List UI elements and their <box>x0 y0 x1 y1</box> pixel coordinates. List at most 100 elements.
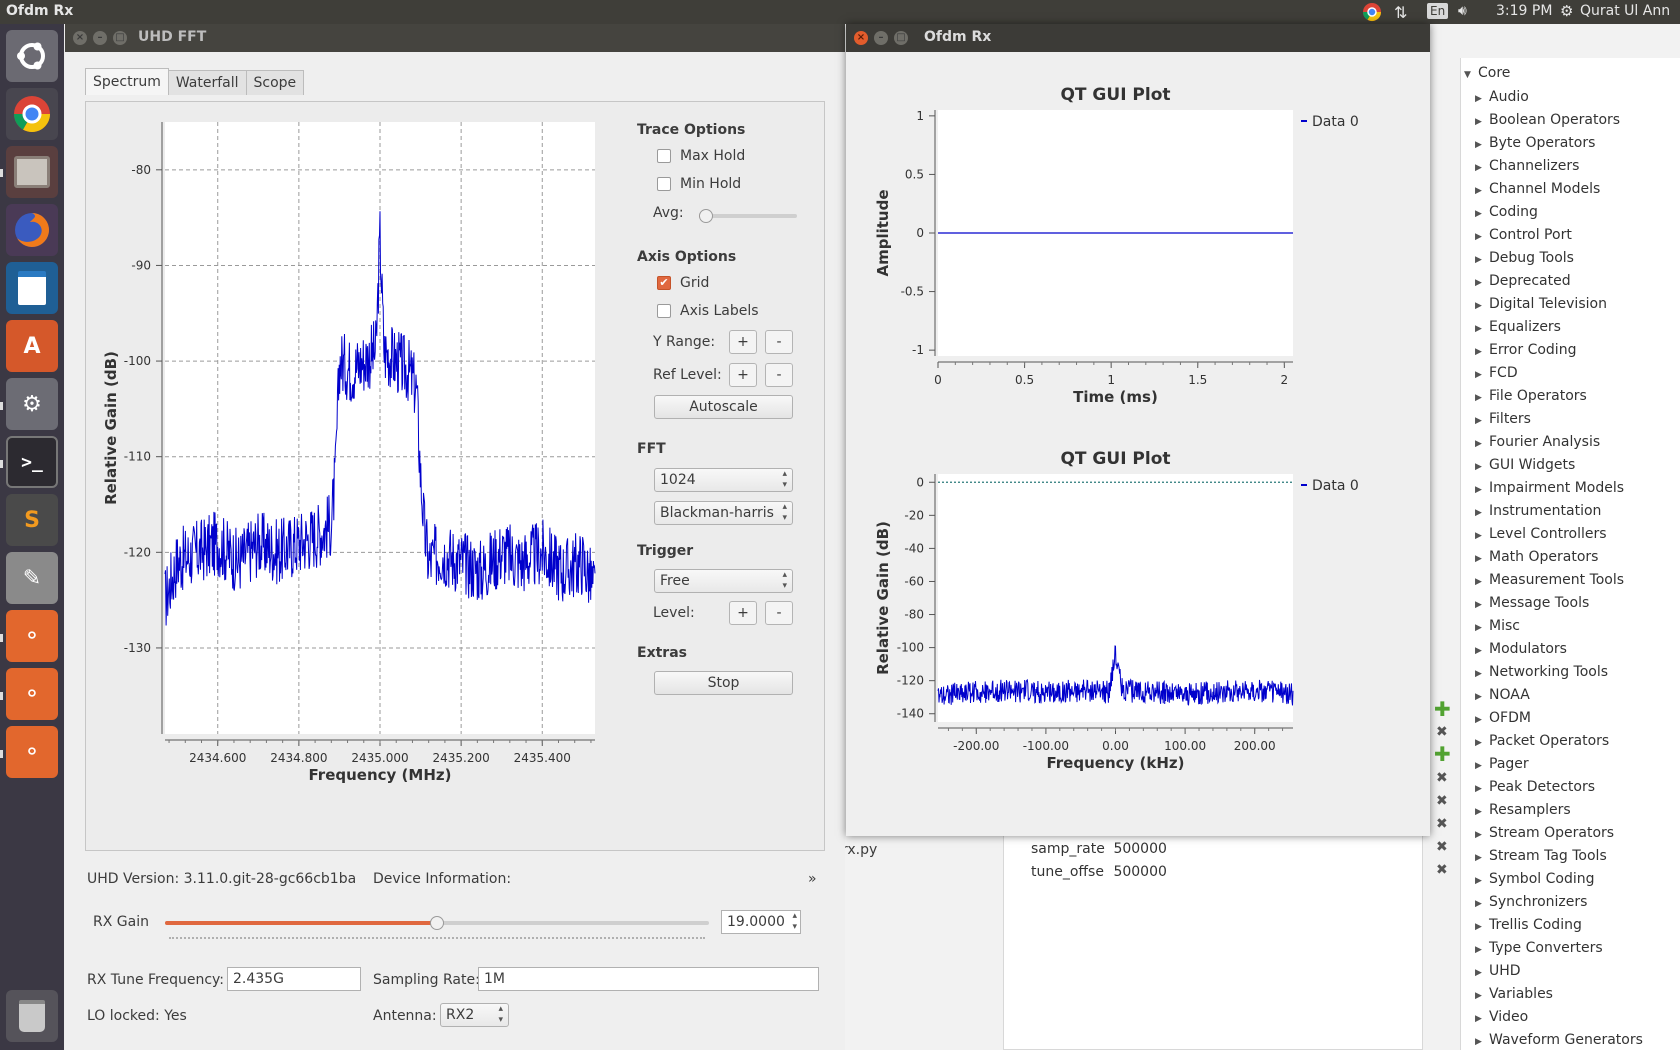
expand-arrow-icon[interactable]: ▶ <box>1475 140 1485 150</box>
tree-item[interactable]: ▶ File Operators <box>1475 388 1587 404</box>
tree-item[interactable]: ▶ NOAA <box>1475 687 1530 703</box>
time-domain-plot[interactable]: QT GUI Plot 0 0.5 1 1.5 2 1 0.5 0 -0.5 -1 Time (ms)… <box>850 52 1426 412</box>
volume-icon[interactable]: 🔊︎ <box>1458 3 1467 19</box>
tree-item[interactable]: ▶ Debug Tools <box>1475 250 1574 266</box>
tree-item[interactable]: ▶ Misc <box>1475 618 1520 634</box>
ref-level-plus-button[interactable]: + <box>729 363 757 387</box>
expand-arrow-icon[interactable]: ▶ <box>1475 347 1485 357</box>
tab-waterfall[interactable]: Waterfall <box>167 70 247 95</box>
tree-item[interactable]: ▶ Byte Operators <box>1475 135 1595 151</box>
tree-item[interactable]: ▶ Symbol Coding <box>1475 871 1594 887</box>
tree-item[interactable]: ▶ Trellis Coding <box>1475 917 1582 933</box>
expand-arrow-icon[interactable]: ▶ <box>1475 186 1485 196</box>
checkbox-box[interactable] <box>657 177 671 191</box>
remove-icon[interactable]: ✖ <box>1436 816 1448 832</box>
expand-arrow-icon[interactable]: ▶ <box>1475 968 1485 978</box>
min-hold-checkbox[interactable]: Min Hold <box>657 176 741 192</box>
tree-item[interactable]: ▶ Peak Detectors <box>1475 779 1595 795</box>
tree-item[interactable]: ▶ Type Converters <box>1475 940 1603 956</box>
avg-slider[interactable] <box>699 209 797 223</box>
expand-arrow-icon[interactable]: ▶ <box>1475 692 1485 702</box>
checkbox-box[interactable] <box>657 304 671 318</box>
firefox-icon[interactable] <box>6 204 58 256</box>
expand-arrow-icon[interactable]: ▶ <box>1475 278 1485 288</box>
tree-item[interactable]: ▶ UHD <box>1475 963 1521 979</box>
tree-item[interactable]: ▶ Stream Operators <box>1475 825 1614 841</box>
expand-arrow-icon[interactable]: ▶ <box>1475 600 1485 610</box>
ubuntu-dash-icon[interactable] <box>6 30 58 82</box>
expand-arrow-icon[interactable]: ▶ <box>1475 94 1485 104</box>
tree-item[interactable]: ▶ Synchronizers <box>1475 894 1587 910</box>
add-icon[interactable]: ✚ <box>1434 699 1451 719</box>
tree-item[interactable]: ▶ Math Operators <box>1475 549 1598 565</box>
expand-arrow-icon[interactable]: ▶ <box>1475 462 1485 472</box>
tree-item[interactable]: ▶ Level Controllers <box>1475 526 1607 542</box>
trigger-level-plus-button[interactable]: + <box>729 601 757 625</box>
software-center-icon[interactable]: A <box>6 320 58 372</box>
trigger-level-minus-button[interactable]: - <box>765 601 793 625</box>
tab-scope[interactable]: Scope <box>245 70 305 95</box>
tree-item[interactable]: ▶ Measurement Tools <box>1475 572 1624 588</box>
remove-icon[interactable]: ✖ <box>1436 770 1448 786</box>
tree-item[interactable]: ▶ Channelizers <box>1475 158 1579 174</box>
expand-arrow-icon[interactable]: ▶ <box>1475 646 1485 656</box>
terminal-icon[interactable]: >_ <box>6 436 58 488</box>
expand-arrow-icon[interactable]: ▶ <box>1475 416 1485 426</box>
gnuradio-icon[interactable]: ⚬ <box>6 726 58 778</box>
expand-arrow-icon[interactable]: ▶ <box>1475 117 1485 127</box>
rx-gain-spinbox[interactable]: 19.0000 ▴ ▾ <box>721 910 801 934</box>
expand-arrow-icon[interactable]: ▶ <box>1475 232 1485 242</box>
tree-item[interactable]: ▶ Channel Models <box>1475 181 1600 197</box>
text-editor-icon[interactable]: ✎ <box>6 552 58 604</box>
gear-icon[interactable]: ⚙ <box>1560 2 1573 20</box>
tree-item[interactable]: ▶ Networking Tools <box>1475 664 1608 680</box>
expand-arrow-icon[interactable]: ▶ <box>1475 393 1485 403</box>
expand-arrow-icon[interactable]: ▶ <box>1475 1014 1485 1024</box>
expand-arrow-icon[interactable]: ▶ <box>1475 301 1485 311</box>
system-settings-icon[interactable]: ⚙ <box>6 378 58 430</box>
tree-item[interactable]: ▶ Coding <box>1475 204 1538 220</box>
checkbox-box[interactable]: ✔ <box>657 276 671 290</box>
tree-item[interactable]: ▶ Deprecated <box>1475 273 1571 289</box>
tree-item[interactable]: ▶ Impairment Models <box>1475 480 1624 496</box>
expand-arrow-icon[interactable]: ▶ <box>1475 761 1485 771</box>
tree-item[interactable]: ▶ Video <box>1475 1009 1528 1025</box>
tree-item[interactable]: ▶ Variables <box>1475 986 1553 1002</box>
rx-gain-slider-handle[interactable] <box>430 916 444 930</box>
add-icon[interactable]: ✚ <box>1434 744 1451 764</box>
minimize-icon[interactable]: – <box>93 31 107 45</box>
expand-arrow-icon[interactable]: ▶ <box>1475 922 1485 932</box>
tree-item[interactable]: ▶ Equalizers <box>1475 319 1561 335</box>
expand-arrow-icon[interactable]: ▶ <box>1475 784 1485 794</box>
tree-item[interactable]: ▶ Digital Television <box>1475 296 1607 312</box>
maximize-icon[interactable]: □ <box>113 31 127 45</box>
spectrum-plot[interactable]: 2434.600 2434.800 2435.000 2435.200 2435.400… <box>86 102 616 842</box>
tree-item[interactable]: ▶ OFDM <box>1475 710 1531 726</box>
expand-arrow-icon[interactable]: ▶ <box>1475 439 1485 449</box>
sampling-rate-input[interactable]: 1M <box>478 967 819 991</box>
chrome-indicator-icon[interactable] <box>1362 2 1382 26</box>
maximize-icon[interactable]: □ <box>894 31 908 45</box>
ref-level-minus-button[interactable]: - <box>765 363 793 387</box>
tree-item[interactable]: ▶ FCD <box>1475 365 1518 381</box>
autoscale-button[interactable]: Autoscale <box>654 395 793 419</box>
expand-arrow-icon[interactable]: ▶ <box>1475 554 1485 564</box>
max-hold-checkbox[interactable]: Max Hold <box>657 148 745 164</box>
tab-spectrum[interactable]: Spectrum <box>85 68 169 95</box>
antenna-select[interactable]: RX2 ▴ ▾ <box>440 1003 509 1027</box>
expand-arrow-icon[interactable]: ▶ <box>1475 255 1485 265</box>
expand-arrow-icon[interactable]: ▶ <box>1475 876 1485 886</box>
stop-button[interactable]: Stop <box>654 671 793 695</box>
trash-icon[interactable] <box>6 990 58 1042</box>
tree-item[interactable]: ▶ GUI Widgets <box>1475 457 1575 473</box>
variable-row[interactable]: tune_offse 500000 <box>1031 864 1167 880</box>
uhd-titlebar[interactable]: × – □ UHD FFT <box>65 24 845 52</box>
expand-arrow-icon[interactable]: ▶ <box>1475 899 1485 909</box>
remove-icon[interactable]: ✖ <box>1436 724 1448 740</box>
expand-arrow-icon[interactable]: ▶ <box>1475 853 1485 863</box>
close-icon[interactable]: × <box>73 31 87 45</box>
clock[interactable]: 3:19 PM <box>1496 3 1552 19</box>
tree-root-core[interactable]: ▼ Core <box>1464 65 1510 81</box>
close-icon[interactable]: × <box>854 31 868 45</box>
gnuradio-icon[interactable]: ⚬ <box>6 668 58 720</box>
